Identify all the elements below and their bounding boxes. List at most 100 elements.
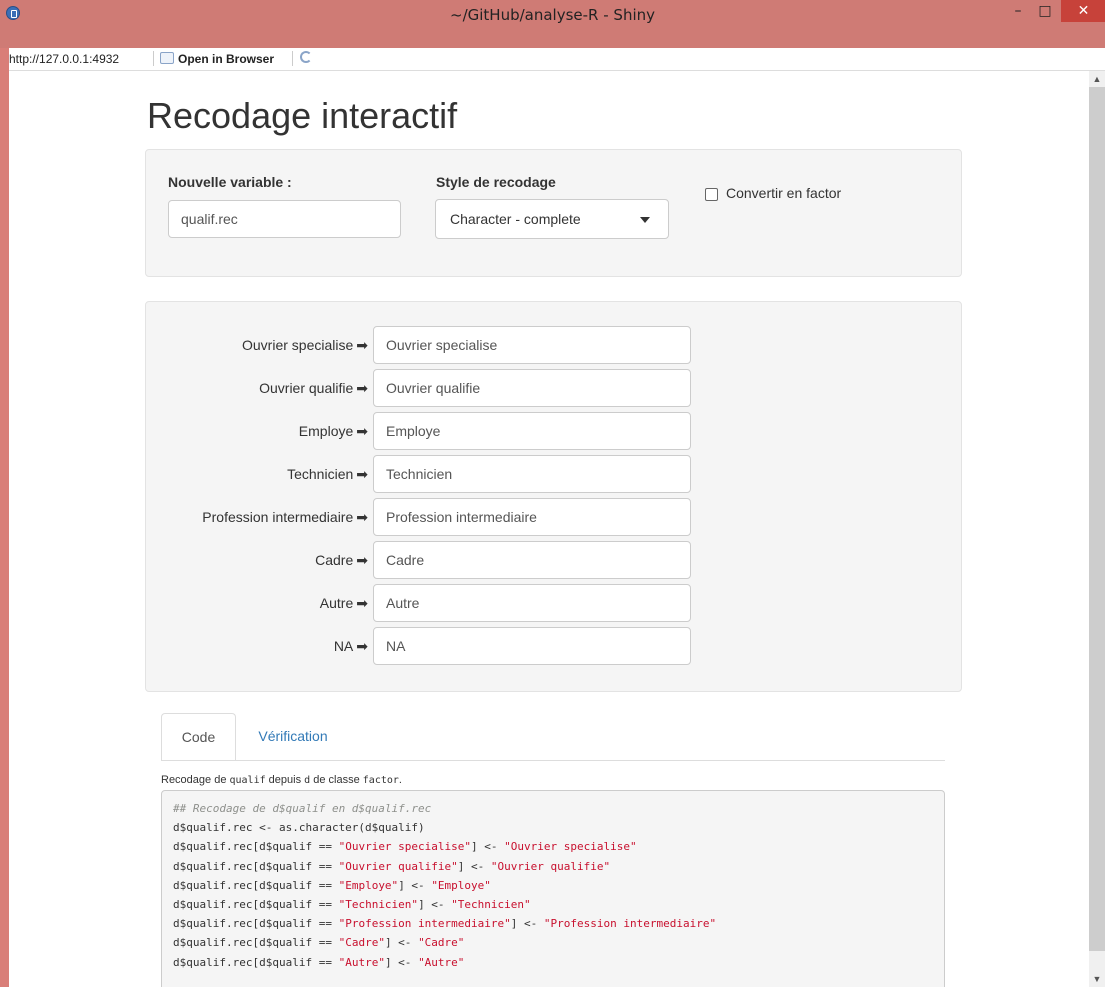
desc-class: factor: [362, 775, 399, 786]
recode-row: Autre ➡: [146, 584, 963, 622]
code-line: d$qualif.rec[d$qualif == "Profession int…: [173, 914, 933, 933]
recode-value-input[interactable]: [373, 369, 691, 407]
code-token: d$qualif.rec[d$qualif ==: [173, 859, 339, 873]
recode-value-input[interactable]: [373, 627, 691, 665]
recode-value-input[interactable]: [373, 498, 691, 536]
recode-value-input[interactable]: [373, 412, 691, 450]
code-token: ] <-: [510, 917, 544, 931]
app-viewport: Recodage interactif Nouvelle variable : …: [9, 71, 1089, 987]
code-token: d$qualif.rec[d$qualif ==: [173, 955, 339, 969]
code-token: ] <-: [457, 859, 491, 873]
code-line: d$qualif.rec[d$qualif == "Autre"] <- "Au…: [173, 953, 933, 972]
code-token: d$qualif.rec[d$qualif ==: [173, 897, 339, 911]
code-token: "Employe": [431, 878, 491, 892]
code-line: ## Recodage de d$qualif en d$qualif.rec: [173, 799, 933, 818]
code-block: ## Recodage de d$qualif en d$qualif.rec d…: [161, 790, 945, 987]
arrow-right-icon: ➡: [356, 638, 368, 655]
code-token: d$qualif.rec[d$qualif ==: [173, 840, 339, 854]
scroll-down-icon[interactable]: ▼: [1089, 971, 1105, 987]
code-token: "Ouvrier qualifie": [338, 859, 458, 873]
code-description: Recodage de qualif depuis d de classe fa…: [161, 774, 402, 786]
convert-factor-checkbox[interactable]: [705, 188, 718, 201]
settings-panel: Nouvelle variable : Style de recodage Ch…: [145, 149, 962, 277]
recode-row-label: NA ➡: [146, 627, 368, 665]
recode-row-label: Employe ➡: [146, 412, 368, 450]
recode-row-label: Autre ➡: [146, 584, 368, 622]
code-token: "Autre": [338, 955, 385, 969]
tab-verification[interactable]: Vérification: [243, 713, 343, 761]
recode-row-label: Profession intermediaire ➡: [146, 498, 368, 536]
recode-source-label: Ouvrier specialise: [242, 337, 354, 353]
code-line: d$qualif.rec <- as.character(d$qualif): [173, 818, 933, 837]
recode-row: Cadre ➡: [146, 541, 963, 579]
recode-source-label: Technicien: [287, 466, 354, 482]
window-title: ~/GitHub/analyse-R - Shiny: [450, 6, 655, 24]
code-token: "Autre": [418, 955, 465, 969]
desc-text: de classe: [310, 774, 363, 786]
arrow-right-icon: ➡: [356, 423, 368, 440]
code-token: "Cadre": [338, 936, 385, 950]
style-select[interactable]: Character - complete: [435, 199, 669, 239]
recode-value-input[interactable]: [373, 326, 691, 364]
code-token: d$qualif.rec <- as.character(d$qualif): [173, 821, 425, 835]
recode-row: NA ➡: [146, 627, 963, 665]
recode-row: Ouvrier specialise ➡: [146, 326, 963, 364]
recode-source-label: Ouvrier qualifie: [259, 380, 354, 396]
tab-code[interactable]: Code: [161, 713, 236, 761]
recode-row: Profession intermediaire ➡: [146, 498, 963, 536]
recode-source-label: NA: [333, 638, 354, 654]
recode-row-label: Ouvrier specialise ➡: [146, 326, 368, 364]
page-title: Recodage interactif: [147, 95, 458, 136]
code-line: d$qualif.rec[d$qualif == "Ouvrier qualif…: [173, 857, 933, 876]
code-token: "Technicien": [338, 897, 419, 911]
style-select-value: Character - complete: [450, 211, 581, 227]
arrow-right-icon: ➡: [356, 509, 368, 526]
code-token: "Technicien": [451, 897, 531, 911]
code-line: d$qualif.rec[d$qualif == "Technicien"] <…: [173, 895, 933, 914]
recode-panel: Ouvrier specialise➡ Ouvrier qualifie➡ Em…: [145, 301, 962, 692]
toolbar-divider: [292, 51, 293, 66]
desc-text: depuis: [265, 774, 305, 786]
url-text: http://127.0.0.1:4932: [9, 52, 120, 66]
minimize-button[interactable]: –: [1004, 0, 1032, 22]
close-button[interactable]: ✕: [1061, 0, 1105, 22]
new-variable-label: Nouvelle variable :: [168, 174, 292, 190]
recode-value-input[interactable]: [373, 584, 691, 622]
arrow-right-icon: ➡: [356, 552, 368, 569]
recode-row: Technicien ➡: [146, 455, 963, 493]
tab-divider: [161, 760, 945, 761]
toolbar-divider: [153, 51, 154, 66]
refresh-icon[interactable]: [300, 51, 312, 63]
convert-factor-label[interactable]: Convertir en factor: [726, 185, 841, 201]
arrow-right-icon: ➡: [356, 595, 368, 612]
code-token: ## Recodage de d$qualif en d$qualif.rec: [173, 802, 432, 815]
code-token: ] <-: [398, 878, 432, 892]
recode-value-input[interactable]: [373, 541, 691, 579]
code-token: ] <-: [418, 897, 452, 911]
recode-value-input[interactable]: [373, 455, 691, 493]
recode-row: Employe ➡: [146, 412, 963, 450]
code-token: d$qualif.rec[d$qualif ==: [173, 917, 339, 931]
maximize-button[interactable]: □: [1032, 0, 1058, 22]
code-token: "Ouvrier qualifie": [490, 859, 611, 873]
code-token: ] <-: [471, 840, 505, 854]
recode-row-label: Cadre ➡: [146, 541, 368, 579]
caret-down-icon: [640, 217, 650, 223]
scroll-thumb[interactable]: [1089, 87, 1105, 951]
desc-variable: qualif: [229, 775, 266, 786]
scroll-up-icon[interactable]: ▲: [1089, 71, 1105, 87]
code-token: ] <-: [384, 955, 419, 969]
arrow-right-icon: ➡: [356, 380, 368, 397]
address-bar: http://127.0.0.1:4932 Open in Browser: [9, 48, 1105, 71]
open-in-browser-button[interactable]: Open in Browser: [178, 52, 274, 66]
vertical-scrollbar[interactable]: ▲ ▼: [1089, 71, 1105, 987]
recode-source-label: Autre: [319, 595, 354, 611]
code-token: d$qualif.rec[d$qualif ==: [173, 878, 339, 892]
code-token: "Profession intermediaire": [543, 917, 717, 931]
browser-window-icon[interactable]: [160, 52, 174, 64]
code-token: "Cadre": [418, 936, 465, 950]
code-token: d$qualif.rec[d$qualif ==: [173, 936, 339, 950]
recode-row-label: Ouvrier qualifie ➡: [146, 369, 368, 407]
desc-text: Recodage de: [161, 774, 230, 786]
new-variable-input[interactable]: [168, 200, 401, 238]
